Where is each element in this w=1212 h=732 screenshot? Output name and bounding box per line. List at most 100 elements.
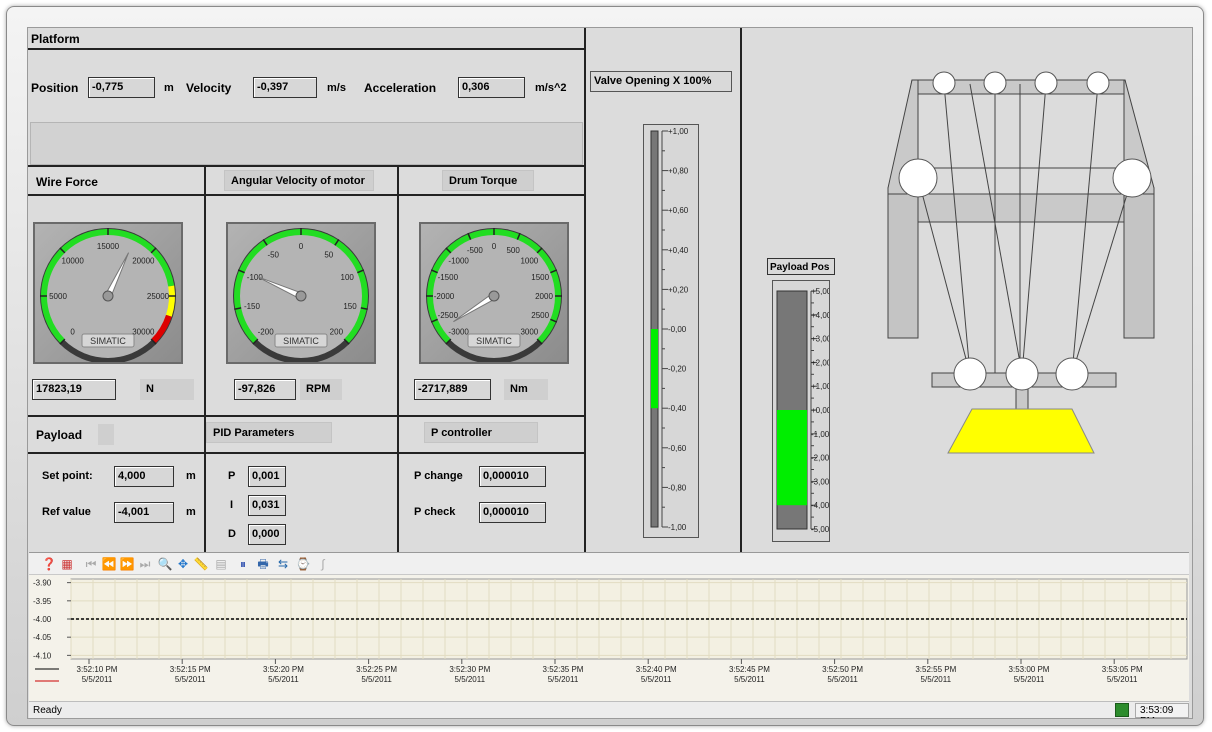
p-change-label: P change	[414, 470, 463, 482]
divider	[28, 452, 585, 454]
ref-unit: m	[186, 506, 196, 518]
move-icon[interactable]: ✥	[175, 556, 191, 572]
stats-icon[interactable]: ▤	[213, 556, 229, 572]
gauge-band	[165, 285, 175, 317]
angular-velocity-title: Angular Velocity of motor	[224, 170, 374, 191]
trend-x-date: 5/5/2011	[268, 675, 299, 684]
position-unit: m	[164, 82, 174, 94]
payload-title-bg	[98, 424, 114, 445]
divider	[28, 194, 585, 196]
wire-force-unit: N	[140, 379, 194, 400]
divider	[397, 165, 399, 552]
gauge-brand: SIMATIC	[90, 336, 126, 346]
config-icon[interactable]: ▦	[59, 556, 75, 572]
pid-title: PID Parameters	[206, 422, 332, 443]
bar-tick-label: -0,20	[668, 365, 687, 374]
prev-icon[interactable]: ⏪	[101, 556, 117, 572]
gauge-hub	[488, 290, 500, 302]
position-label: Position	[31, 81, 79, 95]
last-icon[interactable]: ⏭	[137, 556, 153, 572]
drum-torque-dial: -3000 -2500 -2000 -1500 -1000 -500 0 5001000 150…	[426, 228, 562, 364]
print-icon[interactable]: 🖶	[255, 556, 271, 572]
trend-x-time: 3:53:00 PM	[1009, 665, 1050, 674]
ref-label: Ref value	[42, 506, 91, 518]
first-icon[interactable]: ⏮	[83, 556, 99, 572]
acceleration-unit: m/s^2	[535, 82, 567, 94]
gauge-tick-label: 10000	[62, 257, 85, 266]
p-change-field[interactable]: 0,000010	[479, 466, 546, 487]
trend-x-time: 3:52:55 PM	[915, 665, 956, 674]
payload-title: Payload	[36, 428, 83, 442]
trend-x-time: 3:52:35 PM	[543, 665, 584, 674]
angular-velocity-value: -97,826	[234, 379, 296, 400]
gauge-tick-label: -2000	[434, 292, 455, 301]
crane-diagram	[887, 71, 1155, 454]
gauge-tick-label: 150	[343, 302, 357, 311]
timerange-icon[interactable]: ⌚	[295, 556, 311, 572]
formula-icon[interactable]: ∫	[315, 556, 331, 572]
pause-icon[interactable]: ⏸	[235, 556, 251, 572]
trend-x-date: 5/5/2011	[1014, 675, 1045, 684]
trend-x-date: 5/5/2011	[455, 675, 486, 684]
angular-velocity-unit: RPM	[300, 379, 342, 400]
status-time: 3:53:09 PM	[1135, 703, 1189, 718]
gauge-tick-label: 5000	[49, 292, 67, 301]
trend-x-date: 5/5/2011	[641, 675, 672, 684]
zoom-icon[interactable]: 🔍	[157, 556, 173, 572]
hmi-screen: Platform Position -0,775 m Velocity -0,3…	[27, 27, 1193, 719]
divider	[28, 415, 585, 417]
setpoint-unit: m	[186, 470, 196, 482]
divider	[204, 165, 206, 552]
angular-velocity-dial: -200 -150 -100 -50 0 50 100 150 200 SIMATIC	[233, 228, 369, 364]
gauge-tick-label: 25000	[147, 292, 170, 301]
bar-tick-label: +0,40	[668, 246, 689, 255]
gauge-tick-label: 2500	[531, 311, 549, 320]
trend-y-label: -4.10	[33, 651, 52, 660]
bar-tick-label: +0,20	[668, 285, 689, 294]
gauge-tick-label: 1500	[531, 273, 549, 282]
gauge-tick-label: 500	[506, 246, 520, 255]
gauge-tick-label: 15000	[97, 242, 120, 251]
gauge-tick-label: -3000	[448, 327, 469, 336]
gauge-tick-label: -200	[258, 327, 275, 336]
gauge-tick-label: 50	[324, 250, 333, 259]
divider	[28, 165, 585, 167]
trend-x-date: 5/5/2011	[175, 675, 206, 684]
trend-x-time: 3:52:30 PM	[449, 665, 490, 674]
gauge-tick-label: 100	[341, 273, 355, 282]
next-icon[interactable]: ⏩	[119, 556, 135, 572]
trend-x-date: 5/5/2011	[361, 675, 392, 684]
help-icon[interactable]: ❓	[41, 556, 57, 572]
divider	[584, 28, 586, 552]
gauge-brand: SIMATIC	[476, 336, 512, 346]
trend-x-time: 3:52:15 PM	[170, 665, 211, 674]
d-label: D	[228, 528, 236, 540]
bar-tick-label: +0,80	[668, 167, 689, 176]
trend-y-label: -3.95	[33, 597, 52, 606]
p-controller-title: P controller	[424, 422, 538, 443]
bar-tick-label: -1,00	[668, 523, 687, 532]
ref-field: -4,001	[114, 502, 174, 523]
wire-force-gauge: 0 5000 10000 15000 20000 25000 30000 SIMATIC	[33, 222, 183, 364]
d-field[interactable]: 0,000	[248, 524, 286, 545]
gauge-tick-label: -50	[267, 250, 279, 259]
i-field[interactable]: 0,031	[248, 495, 286, 516]
p-field[interactable]: 0,001	[248, 466, 286, 487]
setpoint-field[interactable]: 4,000	[114, 466, 174, 487]
ruler-icon[interactable]: 📏	[193, 556, 209, 572]
trend-x-date: 5/5/2011	[827, 675, 858, 684]
bar-tick-label: -0,60	[668, 444, 687, 453]
gauge-tick-label: -1000	[448, 257, 469, 266]
bar-tick-label: -0,40	[668, 404, 687, 413]
trend-x-time: 3:52:50 PM	[822, 665, 863, 674]
select-icon[interactable]: ⇆	[275, 556, 291, 572]
gauge-tick-label: 30000	[132, 327, 155, 336]
trend-view[interactable]: ❓ ▦ ⏮ ⏪ ⏩ ⏭ 🔍 ✥ 📏 ▤ ⏸ 🖶 ⇆ ⌚ ∫ -3.90 -3.95…	[29, 552, 1189, 718]
bar-tick-label: -0,80	[668, 483, 687, 492]
status-bar: Ready 3:53:09 PM	[29, 701, 1189, 718]
setpoint-label: Set point:	[42, 470, 93, 482]
valve-title: Valve Opening X 100%	[590, 71, 732, 92]
i-label: I	[230, 499, 234, 511]
gauge-tick-label: -500	[467, 246, 484, 255]
velocity-label: Velocity	[186, 81, 232, 95]
